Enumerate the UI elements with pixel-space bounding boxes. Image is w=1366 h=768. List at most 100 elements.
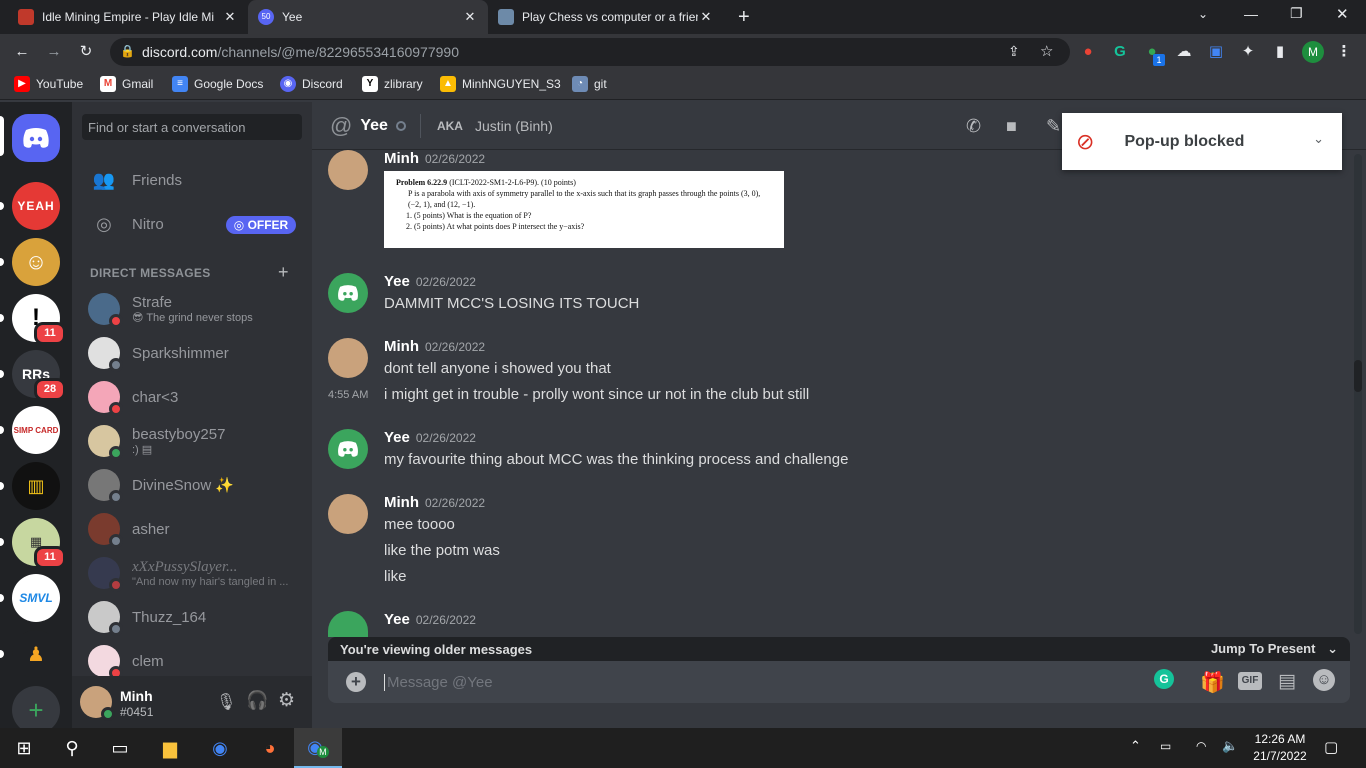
profile-avatar[interactable]: M (1302, 41, 1324, 63)
search-icon[interactable]: ⚲ (48, 728, 96, 768)
video-call-icon[interactable]: ■ (1006, 116, 1017, 137)
message-author[interactable]: Yee 02/26/2022 (384, 429, 476, 446)
minh-avatar[interactable] (328, 150, 368, 190)
server-people[interactable]: ♟ (12, 630, 60, 678)
message-author[interactable]: Yee 02/26/2022 (384, 273, 476, 290)
bookmark-youtube[interactable]: ▶ YouTube (14, 76, 83, 92)
mute-mic-icon[interactable]: 🎙 (216, 692, 236, 712)
discord-home-button[interactable] (12, 114, 60, 162)
bookmark-discord[interactable]: ◉ Discord (280, 76, 343, 92)
dm-item[interactable]: DivineSnow ✨ (80, 464, 304, 506)
create-dm-button[interactable]: + (278, 262, 289, 283)
close-tab-icon[interactable]: ✕ (698, 9, 714, 25)
bookmark-minhnguyen[interactable]: ▲ MinhNGUYEN_S3 (440, 76, 561, 92)
battery-icon[interactable]: ▭ (1160, 739, 1171, 753)
message-composer: + Message @Yee (328, 661, 1350, 703)
window-close-icon[interactable]: ✕ (1336, 5, 1349, 23)
browser-tab-yee[interactable]: 50 Yee ✕ (248, 0, 488, 34)
close-tab-icon[interactable]: ✕ (462, 9, 478, 25)
reload-icon[interactable]: ↻ (76, 41, 96, 61)
dm-item[interactable]: xXxPussySlayer... "And now my hair's tang… (80, 552, 304, 594)
server-smvl[interactable]: SMVL (12, 574, 60, 622)
yee-avatar[interactable] (328, 429, 368, 469)
bookmark-git[interactable]: ◔ git (572, 76, 607, 92)
tab-search-icon[interactable]: ⌄ (1198, 7, 1208, 21)
browser-tab-idle-mining[interactable]: Idle Mining Empire - Play Idle Mi ✕ (8, 0, 248, 34)
share-icon[interactable]: ⇪ (1008, 43, 1020, 60)
grammarly-extension-icon[interactable]: G (1110, 41, 1130, 61)
dm-item[interactable]: Strafe 😎 The grind never stops (80, 288, 304, 330)
side-panel-icon[interactable]: ▮ (1270, 41, 1290, 61)
yee-avatar[interactable] (328, 273, 368, 313)
chat-scrollbar-track[interactable] (1354, 154, 1362, 634)
address-bar[interactable]: 🔒 discord.com/channels/@me/8229655341609… (110, 38, 1070, 66)
bookmark-google-docs[interactable]: ≡ Google Docs (172, 76, 263, 92)
volume-icon[interactable]: 🔈 (1222, 738, 1238, 754)
user-avatar[interactable] (80, 686, 115, 721)
problem-image-attachment[interactable]: Problem 6.22.9 (ICLT-2022-SM1-2-L6-P9). … (384, 171, 784, 248)
browser-tab-chess[interactable]: Play Chess vs computer or a frien ✕ (488, 0, 724, 34)
upload-plus-icon[interactable]: + (346, 672, 366, 692)
settings-gear-icon[interactable]: ⚙ (278, 689, 295, 712)
server-simp-card[interactable]: SIMP CARD (12, 406, 60, 454)
new-tab-button[interactable]: + (738, 6, 750, 29)
pin-icon[interactable]: ✎ (1046, 116, 1061, 137)
dm-item[interactable]: char<3 (80, 376, 304, 418)
task-view-icon[interactable]: ▭ (96, 728, 144, 768)
message-author[interactable]: Minh 02/26/2022 (384, 150, 485, 167)
dm-item[interactable]: beastyboy257:) ▤ (80, 420, 304, 462)
wifi-icon[interactable]: ◠ (1196, 739, 1206, 753)
firefox-taskbar-icon[interactable]: ◕ (246, 728, 294, 768)
chevron-down-icon[interactable]: ⌄ (1313, 131, 1324, 147)
notification-center-icon[interactable]: ▢ (1324, 738, 1338, 756)
status-dnd-icon (109, 402, 123, 416)
voice-call-icon[interactable]: ✆ (966, 116, 981, 137)
emoji-icon[interactable]: ☺ (1313, 669, 1335, 691)
message-author[interactable]: Minh 02/26/2022 (384, 338, 485, 355)
message-author[interactable]: Minh 02/26/2022 (384, 494, 485, 511)
windows-start-icon[interactable]: ⊞ (0, 728, 48, 768)
add-server-button[interactable]: + (12, 686, 60, 734)
cloud-extension-icon[interactable]: ☁ (1174, 41, 1194, 61)
server-piano[interactable]: ▥ (12, 462, 60, 510)
bookmark-star-icon[interactable]: ☆ (1040, 42, 1053, 60)
grammarly-icon[interactable]: G (1154, 669, 1174, 689)
dm-item[interactable]: asher (80, 508, 304, 550)
message-input[interactable]: Message @Yee (384, 673, 493, 691)
headphones-icon[interactable]: 🎧 (246, 690, 268, 711)
restore-icon[interactable]: ❐ (1290, 5, 1303, 22)
gif-button[interactable]: GIF (1238, 672, 1262, 690)
minimize-icon[interactable]: — (1244, 6, 1258, 22)
nitro-offer-badge[interactable]: ◎ OFFER (226, 216, 296, 234)
adblock-extension-icon[interactable]: ● (1078, 41, 1098, 61)
tray-chevron-up-icon[interactable]: ⌃ (1130, 738, 1141, 754)
gift-icon[interactable]: 🎁 (1200, 670, 1225, 695)
message-author[interactable]: Yee 02/26/2022 (384, 611, 476, 628)
jump-to-present-button[interactable]: Jump To Present ⌄ (1211, 641, 1338, 657)
find-conversation-input[interactable]: Find or start a conversation (82, 114, 302, 140)
yee-avatar[interactable] (328, 611, 368, 637)
file-explorer-icon[interactable]: ▆ (146, 728, 194, 768)
chrome-profile-taskbar-icon[interactable]: ◉ M (294, 728, 342, 768)
forward-icon[interactable]: → (44, 41, 64, 61)
bookmark-gmail[interactable]: M Gmail (100, 76, 153, 92)
server-yeah[interactable]: YEAH (12, 182, 60, 230)
chrome-taskbar-icon[interactable]: ◉ (196, 728, 244, 768)
dm-item[interactable]: Thuzz_164 (80, 596, 304, 638)
server-avatar-2[interactable]: ☺ (12, 238, 60, 286)
translate-extension-icon[interactable]: ▣ (1206, 41, 1226, 61)
extensions-puzzle-icon[interactable]: ✦ (1238, 41, 1258, 61)
close-tab-icon[interactable]: ✕ (222, 9, 238, 25)
bookmark-zlibrary[interactable]: Yzlibrary (362, 76, 423, 92)
back-icon[interactable]: ← (12, 41, 32, 61)
sticker-icon[interactable]: ▤ (1278, 670, 1296, 693)
popup-blocked-notice[interactable]: ⊘ Pop-up blocked ⌄ (1062, 113, 1342, 170)
chrome-menu-icon[interactable]: ⋮ (1334, 41, 1354, 61)
friends-nav[interactable]: 👥 Friends (80, 160, 304, 200)
chat-scrollbar-thumb[interactable] (1354, 360, 1362, 392)
taskbar-date[interactable]: 21/7/2022 (1250, 749, 1310, 763)
taskbar-time[interactable]: 12:26 AM (1250, 732, 1310, 746)
minh-avatar[interactable] (328, 338, 368, 378)
minh-avatar[interactable] (328, 494, 368, 534)
dm-item[interactable]: Sparkshimmer (80, 332, 304, 374)
